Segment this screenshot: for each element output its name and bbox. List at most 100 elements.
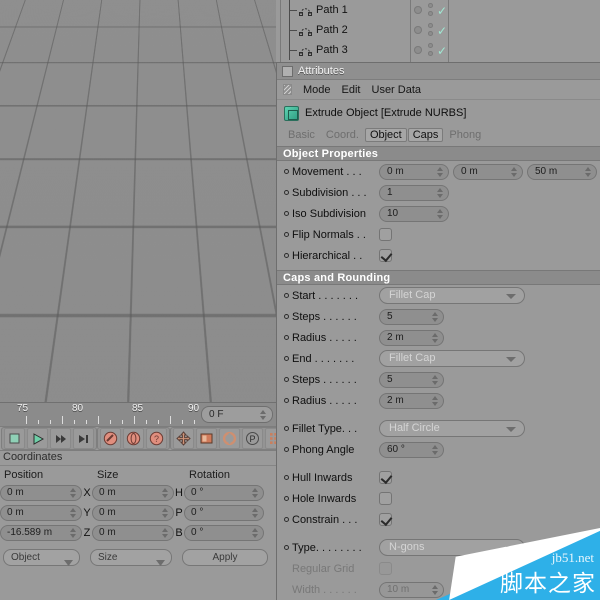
width-input[interactable]: 10 m	[379, 581, 444, 598]
object-row-path-2[interactable]: Path 2	[281, 20, 410, 40]
constrain-checkbox[interactable]	[379, 513, 392, 526]
spinner-icon[interactable]	[70, 527, 77, 539]
spinner-icon[interactable]	[432, 444, 439, 456]
animate-bullet-icon[interactable]	[284, 447, 289, 452]
subdivision-input[interactable]: 1	[379, 184, 449, 201]
autokey-button[interactable]	[123, 428, 144, 449]
drag-handle-icon[interactable]	[283, 84, 292, 95]
visibility-row[interactable]: ✓	[411, 0, 448, 20]
animate-bullet-icon[interactable]	[284, 517, 289, 522]
animate-bullet-icon[interactable]	[284, 293, 289, 298]
hull-inwards-checkbox[interactable]	[379, 471, 392, 484]
tab-caps[interactable]: Caps	[407, 127, 444, 142]
spinner-icon[interactable]	[437, 166, 444, 178]
spinner-icon[interactable]	[70, 487, 77, 499]
flip-normals-checkbox[interactable]	[379, 228, 392, 241]
coordinate-mode-dropdown[interactable]: Object	[3, 548, 80, 566]
animate-bullet-icon[interactable]	[284, 253, 289, 258]
animate-bullet-icon[interactable]	[284, 335, 289, 340]
spinner-icon[interactable]	[432, 311, 439, 323]
phong-angle-input[interactable]: 60 °	[379, 441, 444, 458]
render-visibility-dot-top[interactable]	[428, 3, 433, 8]
spinner-icon[interactable]	[252, 487, 259, 499]
animate-bullet-icon[interactable]	[284, 232, 289, 237]
rotation-h-input[interactable]: 0 °	[184, 485, 264, 501]
editor-visibility-dot[interactable]	[414, 6, 422, 14]
end-radius-input[interactable]: 2 m	[379, 392, 444, 409]
hierarchical-checkbox[interactable]	[379, 249, 392, 262]
perspective-viewport[interactable]	[0, 0, 276, 402]
attributes-menubar[interactable]: Mode Edit User Data	[277, 80, 600, 100]
render-visibility-dot-top[interactable]	[428, 43, 433, 48]
animate-bullet-icon[interactable]	[284, 190, 289, 195]
size-z-input[interactable]: 0 m	[92, 525, 174, 541]
playback-controls[interactable]	[1, 427, 97, 450]
parametric-tool-button[interactable]: P	[242, 428, 263, 449]
window-menu-icon[interactable]	[282, 65, 293, 77]
position-z-input[interactable]: -16.589 m	[0, 525, 82, 541]
end-cap-dropdown[interactable]: Fillet Cap	[379, 350, 525, 367]
object-row-path-1[interactable]: Path 1	[281, 0, 410, 20]
object-manager[interactable]: Path 1 Path 2 Path 3 ✓ ✓ ✓	[276, 0, 600, 62]
animate-bullet-icon[interactable]	[284, 377, 289, 382]
keyframe-help-button[interactable]: ?	[146, 428, 167, 449]
spinner-icon[interactable]	[162, 487, 169, 499]
go-to-end-button[interactable]	[73, 428, 94, 449]
rotation-p-input[interactable]: 0 °	[184, 505, 264, 521]
end-steps-input[interactable]: 5	[379, 371, 444, 388]
spinner-icon[interactable]	[260, 409, 267, 421]
spinner-icon[interactable]	[432, 332, 439, 344]
tab-phong[interactable]: Phong	[444, 128, 486, 142]
position-x-input[interactable]: 0 m	[0, 485, 82, 501]
spinner-icon[interactable]	[511, 166, 518, 178]
spinner-icon[interactable]	[437, 187, 444, 199]
size-x-input[interactable]: 0 m	[92, 485, 174, 501]
object-row-path-3[interactable]: Path 3	[281, 40, 410, 60]
editor-visibility-dot[interactable]	[414, 46, 422, 54]
current-frame-input[interactable]: 0 F	[201, 406, 273, 423]
enable-check-icon[interactable]: ✓	[437, 45, 447, 57]
animate-bullet-icon[interactable]	[284, 169, 289, 174]
regular-grid-checkbox[interactable]	[379, 562, 392, 575]
animate-bullet-icon[interactable]	[284, 314, 289, 319]
play-backward-button[interactable]	[4, 428, 25, 449]
timeline-bar[interactable]: 75 80 85 90 0 F	[0, 402, 276, 426]
spinner-icon[interactable]	[585, 166, 592, 178]
visibility-row[interactable]: ✓	[411, 40, 448, 60]
record-controls[interactable]: ?	[97, 427, 170, 450]
start-cap-dropdown[interactable]: Fillet Cap	[379, 287, 525, 304]
step-forward-button[interactable]	[50, 428, 71, 449]
position-y-input[interactable]: 0 m	[0, 505, 82, 521]
timeline-ruler[interactable]: 75 80 85 90	[0, 403, 200, 427]
animate-bullet-icon[interactable]	[284, 475, 289, 480]
movement-y-input[interactable]: 0 m	[453, 163, 523, 180]
rotate-tool-button[interactable]	[219, 428, 240, 449]
tab-object[interactable]: Object	[364, 127, 407, 142]
movement-x-input[interactable]: 0 m	[379, 163, 449, 180]
object-visibility-column[interactable]: ✓ ✓ ✓	[411, 0, 449, 62]
selected-extrude-object[interactable]	[103, 187, 177, 303]
render-visibility-dot-bottom[interactable]	[428, 51, 433, 56]
rotation-b-input[interactable]: 0 °	[184, 525, 264, 541]
attributes-titlebar[interactable]: Attributes	[277, 63, 600, 80]
visibility-row[interactable]: ✓	[411, 20, 448, 40]
start-steps-input[interactable]: 5	[379, 308, 444, 325]
movement-z-input[interactable]: 50 m	[527, 163, 597, 180]
hole-inwards-checkbox[interactable]	[379, 492, 392, 505]
attributes-tabs[interactable]: Basic Coord. Object Caps Phong	[277, 126, 600, 143]
menu-mode[interactable]: Mode	[303, 84, 331, 96]
start-radius-input[interactable]: 2 m	[379, 329, 444, 346]
spinner-icon[interactable]	[252, 507, 259, 519]
menu-edit[interactable]: Edit	[342, 84, 361, 96]
render-visibility-dot-top[interactable]	[428, 23, 433, 28]
record-keyframe-button[interactable]	[100, 428, 121, 449]
spinner-icon[interactable]	[162, 527, 169, 539]
animate-bullet-icon[interactable]	[284, 496, 289, 501]
tab-coord[interactable]: Coord.	[321, 128, 364, 142]
spinner-icon[interactable]	[437, 208, 444, 220]
editor-visibility-dot[interactable]	[414, 26, 422, 34]
apply-button[interactable]: Apply	[182, 548, 268, 566]
menu-user-data[interactable]: User Data	[372, 84, 422, 96]
play-forward-button[interactable]	[27, 428, 48, 449]
iso-subdivision-input[interactable]: 10	[379, 205, 449, 222]
